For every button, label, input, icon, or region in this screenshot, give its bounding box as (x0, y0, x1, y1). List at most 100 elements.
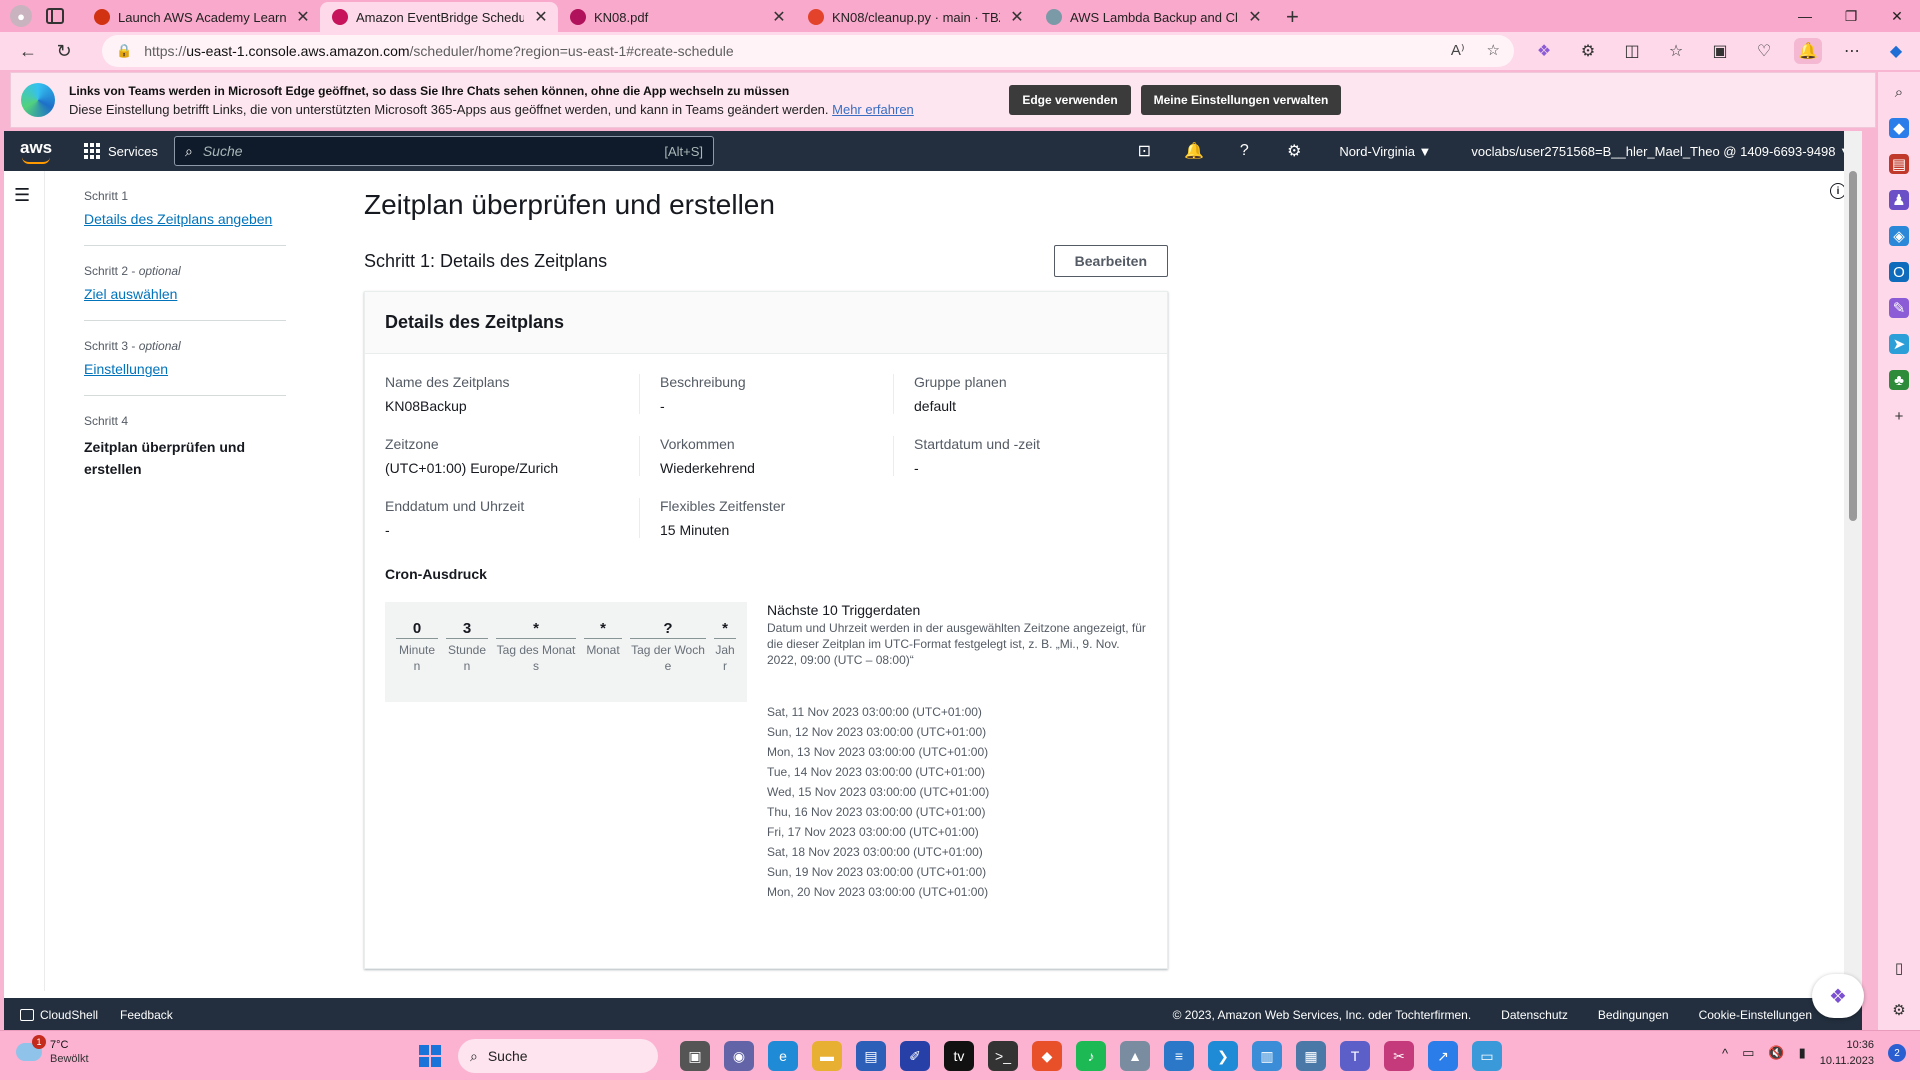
spotify-icon[interactable]: ♪ (1076, 1041, 1106, 1071)
sidebar-tools-icon[interactable]: ▤ (1889, 154, 1909, 174)
start-button[interactable] (419, 1045, 441, 1067)
copilot-icon[interactable]: ❖ (1530, 41, 1558, 61)
battery-icon[interactable]: ▮ (1799, 1045, 1806, 1061)
close-tab-icon[interactable]: ✕ (770, 7, 788, 27)
cron-label: Tag der Woche (631, 643, 705, 673)
copilot-floating-icon[interactable]: ❖ (1812, 974, 1864, 1018)
minimize-button[interactable]: — (1782, 0, 1828, 32)
hamburger-menu-icon[interactable]: ☰ (14, 185, 30, 206)
remote-desktop-icon[interactable]: ↗ (1428, 1041, 1458, 1071)
privacy-link[interactable]: Datenschutz (1501, 1008, 1568, 1022)
notifications-icon[interactable]: 🔔 (1169, 141, 1219, 161)
step-link[interactable]: Details des Zeitplans angeben (84, 211, 272, 227)
aws-search-input[interactable]: ⌕ Suche [Alt+S] (174, 136, 714, 166)
back-button[interactable]: ← (10, 35, 46, 67)
performance-icon[interactable]: ♡ (1750, 41, 1778, 61)
files-icon[interactable]: ▥ (1252, 1041, 1282, 1071)
manage-settings-button[interactable]: Meine Einstellungen verwalten (1141, 85, 1341, 115)
cloudshell-icon[interactable]: ⊡ (1119, 141, 1169, 161)
cron-label: Stunden (447, 643, 487, 673)
vscode-icon[interactable]: ❯ (1208, 1041, 1238, 1071)
sidebar-layout-icon[interactable]: ▯ (1889, 958, 1909, 978)
teams-icon[interactable]: T (1340, 1041, 1370, 1071)
address-bar[interactable]: 🔒 https://us-east-1.console.aws.amazon.c… (102, 35, 1514, 67)
snipping-tool-icon[interactable]: ✂ (1384, 1041, 1414, 1071)
editor-icon[interactable]: ✐ (900, 1041, 930, 1071)
edge-taskbar-icon[interactable]: e (768, 1041, 798, 1071)
account-menu[interactable]: voclabs/user2751568=B__hler_Mael_Theo @ … (1471, 144, 1852, 159)
window-app-icon[interactable]: ▭ (1472, 1041, 1502, 1071)
collections-icon[interactable]: ▣ (1706, 41, 1734, 61)
notification-center-badge[interactable]: 2 (1888, 1044, 1906, 1062)
store-icon[interactable]: ▤ (856, 1041, 886, 1071)
taskbar-search[interactable]: ⌕ Suche (458, 1039, 658, 1073)
display-icon[interactable]: ▭ (1742, 1045, 1754, 1061)
learn-more-link[interactable]: Mehr erfahren (832, 102, 914, 117)
cloudshell-footer-icon (20, 1009, 34, 1022)
system-clock[interactable]: 10:36 10.11.2023 (1820, 1037, 1874, 1069)
network-app-icon[interactable]: ▦ (1296, 1041, 1326, 1071)
brave-icon[interactable]: ◆ (1032, 1041, 1062, 1071)
extensions-icon[interactable]: ⚙ (1574, 41, 1602, 61)
trigger-date-item: Sun, 12 Nov 2023 03:00:00 (UTC+01:00) (767, 725, 987, 739)
sidebar-search-icon[interactable]: ⌕ (1889, 82, 1909, 102)
sidebar-designer-icon[interactable]: ✎ (1889, 298, 1909, 318)
more-menu-icon[interactable]: ⋯ (1838, 41, 1866, 61)
close-tab-icon[interactable]: ✕ (532, 7, 550, 27)
browser-tab-4[interactable]: AWS Lambda Backup and Cleanu ✕ (1034, 2, 1272, 32)
cookie-settings-link[interactable]: Cookie-Einstellungen (1699, 1008, 1812, 1022)
close-tab-icon[interactable]: ✕ (1246, 7, 1264, 27)
browser-tab-3[interactable]: KN08/cleanup.py · main · TBZ-IT ✕ (796, 2, 1034, 32)
read-aloud-icon[interactable]: A⁾ (1451, 41, 1465, 59)
teams-chat-icon[interactable]: ◉ (724, 1041, 754, 1071)
split-screen-icon[interactable]: ◫ (1618, 41, 1646, 61)
tray-overflow-icon[interactable]: ^ (1722, 1046, 1728, 1061)
field-label: Enddatum und Uhrzeit (385, 498, 525, 514)
close-tab-icon[interactable]: ✕ (294, 7, 312, 27)
sidebar-add-icon[interactable]: + (1889, 406, 1909, 426)
help-icon[interactable]: ? (1219, 142, 1269, 160)
use-edge-button[interactable]: Edge verwenden (1009, 85, 1131, 115)
settings-gear-icon[interactable]: ⚙ (1269, 141, 1319, 161)
file-explorer-icon[interactable]: ▬ (812, 1041, 842, 1071)
sidebar-send-icon[interactable]: ➤ (1889, 334, 1909, 354)
restore-button[interactable]: ❐ (1828, 0, 1874, 32)
step-link[interactable]: Einstellungen (84, 361, 168, 377)
refresh-button[interactable]: ↻ (46, 35, 82, 67)
cloudshell-link[interactable]: CloudShell (20, 1008, 98, 1022)
browser-tab-1[interactable]: Amazon EventBridge Scheduler | ✕ (320, 2, 558, 32)
sidebar-games-icon[interactable]: ♟ (1889, 190, 1909, 210)
notification-bell-icon[interactable]: 🔔 (1794, 38, 1822, 64)
profile-avatar[interactable]: ● (10, 5, 32, 27)
page-scrollbar[interactable] (1844, 131, 1862, 1031)
feedback-link[interactable]: Feedback (120, 1008, 173, 1022)
aws-logo[interactable]: aws (20, 138, 64, 164)
weather-widget[interactable]: 1 7°C Bewölkt (16, 1035, 89, 1065)
photos-icon[interactable]: ▲ (1120, 1041, 1150, 1071)
favorite-star-icon[interactable]: ☆ (1487, 41, 1500, 59)
edge-copilot-icon[interactable]: ◆ (1882, 41, 1910, 61)
tab-actions-icon[interactable] (46, 8, 64, 24)
sidebar-settings-icon[interactable]: ⚙ (1889, 1000, 1909, 1020)
sidebar-outlook-icon[interactable]: O (1889, 262, 1909, 282)
region-selector[interactable]: Nord-Virginia ▼ (1339, 144, 1431, 159)
services-menu[interactable]: Services (84, 143, 158, 159)
tab-favicon-icon (808, 9, 824, 25)
terminal-icon[interactable]: >_ (988, 1041, 1018, 1071)
sidebar-tree-icon[interactable]: ♣ (1889, 370, 1909, 390)
close-window-button[interactable]: ✕ (1874, 0, 1920, 32)
close-tab-icon[interactable]: ✕ (1008, 7, 1026, 27)
browser-tab-2[interactable]: KN08.pdf ✕ (558, 2, 796, 32)
new-tab-button[interactable]: + (1272, 2, 1313, 32)
volume-muted-icon[interactable]: 🔇 (1768, 1045, 1784, 1061)
browser-tab-0[interactable]: Launch AWS Academy Learner La ✕ (82, 2, 320, 32)
sidebar-shopping-icon[interactable]: ◆ (1889, 118, 1909, 138)
notepad-icon[interactable]: ≡ (1164, 1041, 1194, 1071)
edit-button[interactable]: Bearbeiten (1053, 245, 1168, 277)
apple-tv-icon[interactable]: tv (944, 1041, 974, 1071)
sidebar-office-icon[interactable]: ◈ (1889, 226, 1909, 246)
favorites-icon[interactable]: ☆ (1662, 41, 1690, 61)
task-view-icon[interactable]: ▣ (680, 1041, 710, 1071)
terms-link[interactable]: Bedingungen (1598, 1008, 1669, 1022)
step-link[interactable]: Ziel auswählen (84, 286, 177, 302)
